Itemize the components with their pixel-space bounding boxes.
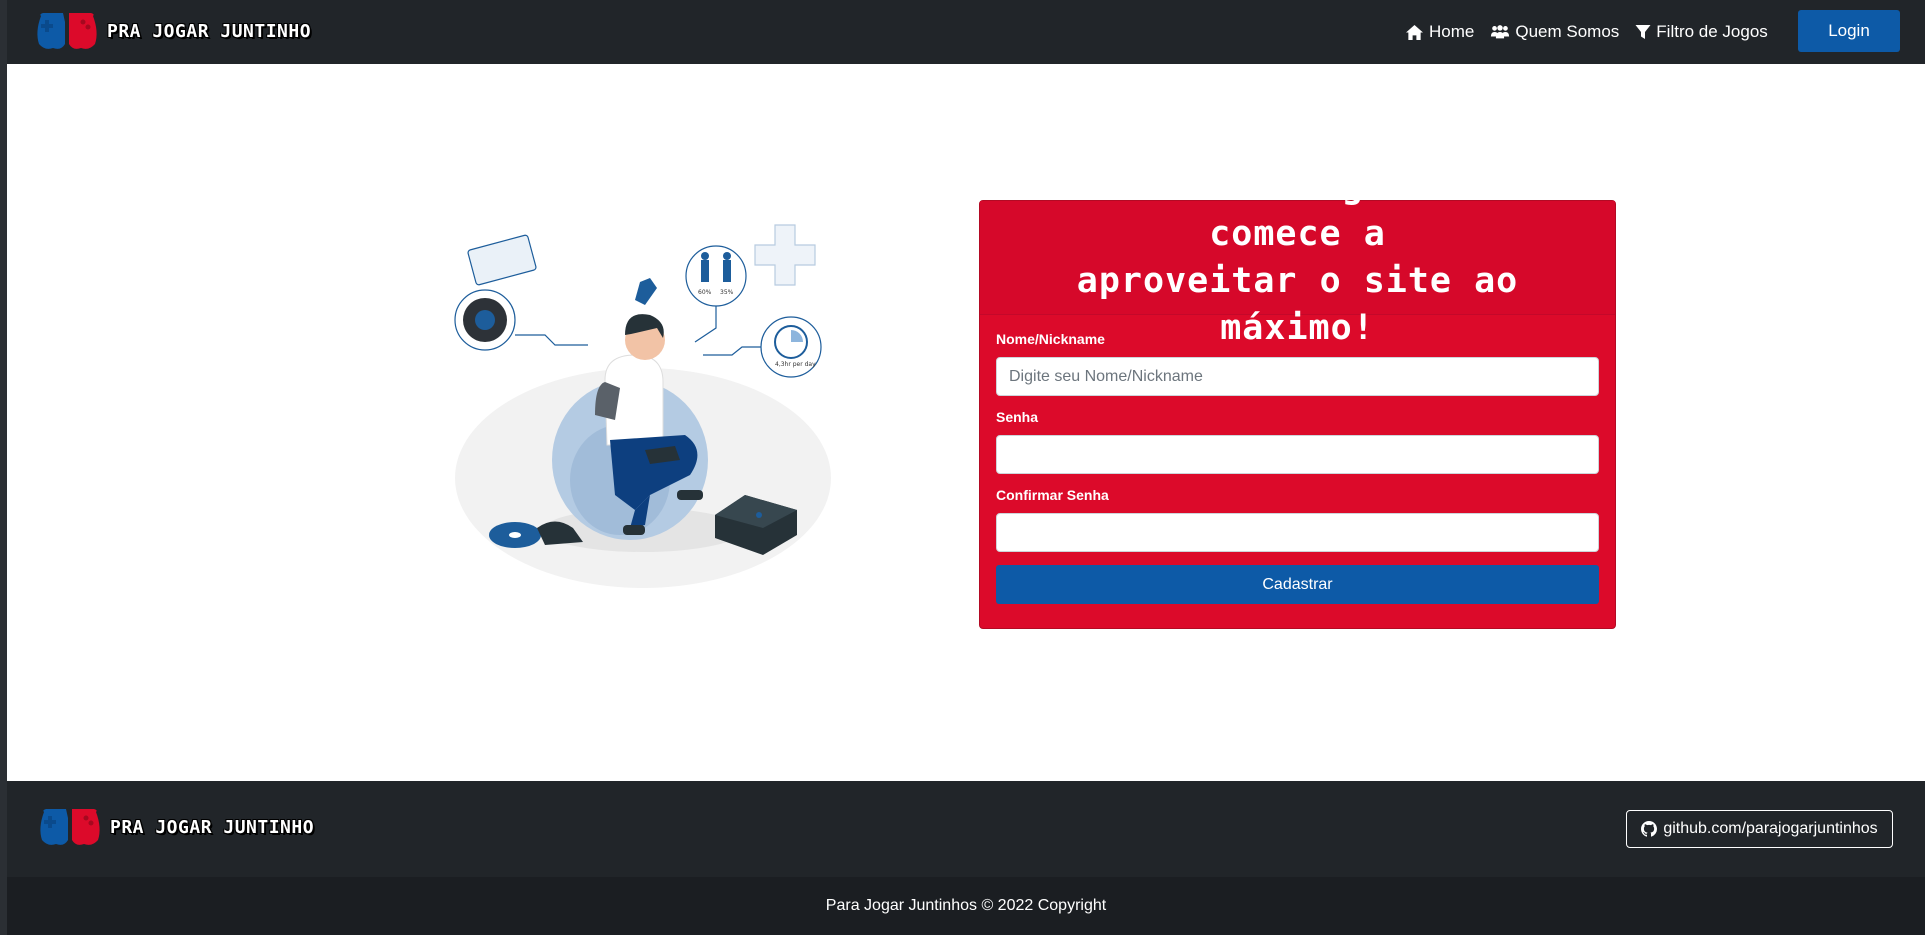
nav-item-filtro-label: Filtro de Jogos: [1656, 22, 1768, 41]
signup-title-line-2: aproveitar o site ao máximo!: [1076, 260, 1519, 348]
nav-item-quem-somos-label: Quem Somos: [1515, 22, 1620, 41]
gamepad-logo-icon: [40, 809, 100, 845]
login-button[interactable]: Login: [1798, 10, 1900, 52]
footer-bottom: Para Jogar Juntinhos © 2022 Copyright: [7, 877, 1925, 935]
copyright-text: Para Jogar Juntinhos © 2022 Copyright: [825, 897, 1107, 914]
footer-brand-name: PRA JOGAR JUNTINHO: [110, 816, 315, 838]
nav-item-filtro-de-jogos[interactable]: Filtro de Jogos: [1635, 22, 1768, 42]
signup-title: Inscreva-se grátis e comece a aproveitar…: [1010, 164, 1585, 352]
name-input[interactable]: [996, 357, 1599, 396]
github-link-label: github.com/parajogarjuntinhos: [1663, 820, 1878, 837]
nav-item-home[interactable]: Home: [1405, 22, 1474, 42]
users-icon: [1491, 25, 1510, 39]
stat-label-1: 60%: [698, 289, 712, 296]
signup-form: Nome/Nickname Senha Confirmar Senha Cada…: [980, 315, 1615, 604]
brand-name: PRA JOGAR JUNTINHO: [107, 20, 312, 42]
navbar: PRA JOGAR JUNTINHO Home Quem Somos Filtr…: [7, 0, 1925, 64]
password-input[interactable]: [996, 435, 1599, 474]
filter-icon: [1635, 25, 1651, 39]
confirm-password-input[interactable]: [996, 513, 1599, 552]
confirm-password-label: Confirmar Senha: [996, 487, 1109, 503]
brand-link[interactable]: PRA JOGAR JUNTINHO: [35, 10, 311, 52]
nav-item-quem-somos[interactable]: Quem Somos: [1490, 22, 1619, 42]
gamepad-logo-icon: [37, 13, 97, 49]
page: PRA JOGAR JUNTINHO Home Quem Somos Filtr…: [7, 0, 1925, 935]
clock-label: 4,3hr per day: [775, 361, 816, 368]
password-label: Senha: [996, 409, 1039, 425]
nav-item-home-label: Home: [1429, 22, 1475, 41]
nav-links: Home Quem Somos Filtro de Jogos: [1405, 0, 1768, 64]
github-icon: [1641, 821, 1658, 837]
cadastrar-button[interactable]: Cadastrar: [996, 565, 1599, 604]
home-icon: [1406, 24, 1423, 40]
footer-top: PRA JOGAR JUNTINHO github.com/parajogarj…: [7, 781, 1925, 877]
signup-header: Inscreva-se grátis e comece a aproveitar…: [980, 167, 1615, 348]
gamer-illustration: 60% 35% 4,3hr per day: [445, 210, 845, 600]
stat-label-2: 35%: [720, 289, 734, 296]
github-link-button[interactable]: github.com/parajogarjuntinhos: [1626, 810, 1893, 848]
footer-brand-link[interactable]: PRA JOGAR JUNTINHO: [38, 806, 314, 848]
signup-card: Inscreva-se grátis e comece a aproveitar…: [979, 167, 1616, 629]
signup-title-line-1: Inscreva-se grátis e comece a: [1076, 166, 1519, 254]
